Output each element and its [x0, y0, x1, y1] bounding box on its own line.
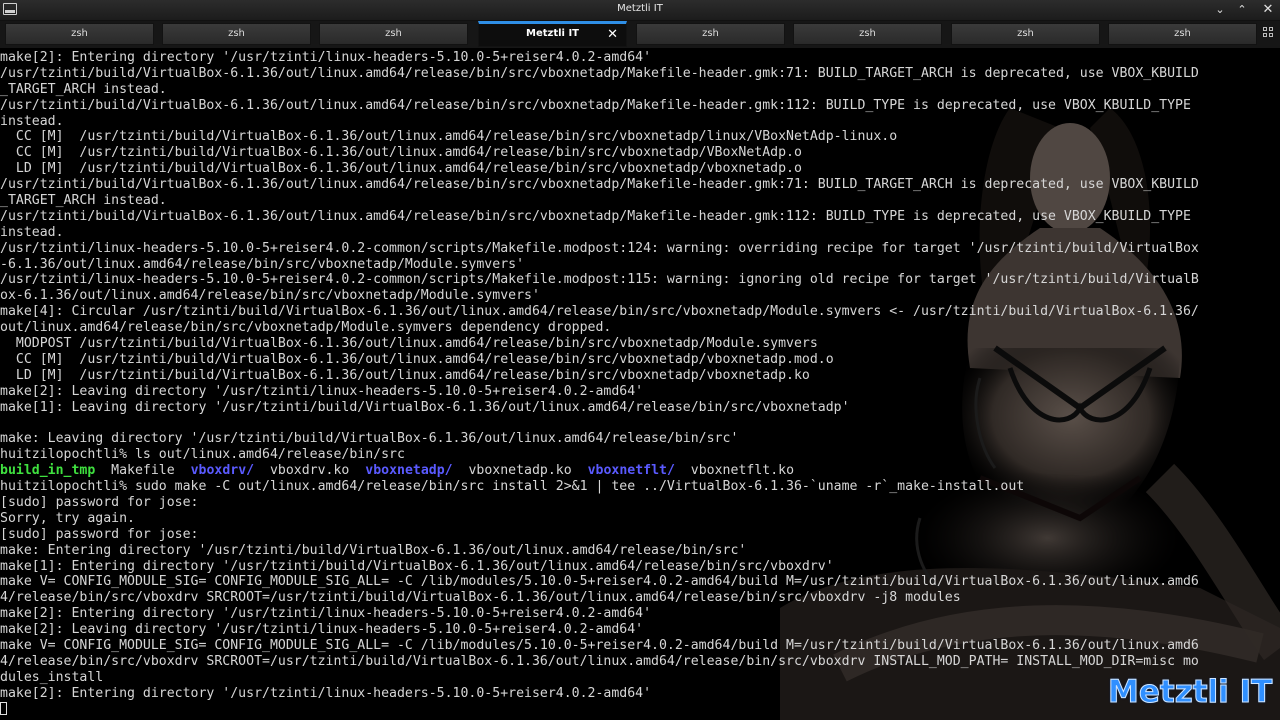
terminal-line: /usr/tzinti/build/VirtualBox-6.1.36/out/…	[0, 65, 1199, 81]
terminal-line: make[2]: Entering directory '/usr/tzinti…	[0, 606, 652, 622]
terminal-line: LD [M] /usr/tzinti/build/VirtualBox-6.1.…	[0, 161, 802, 177]
ls-directory-entry: vboxdrv/	[190, 463, 255, 479]
tab-zsh-8[interactable]: zsh	[1108, 23, 1257, 45]
terminal-line: dules_install	[0, 669, 104, 685]
terminal-line: /usr/tzinti/linux-headers-5.10.0-5+reise…	[0, 272, 1199, 288]
terminal-line: make[2]: Leaving directory '/usr/tzinti/…	[0, 383, 644, 399]
watermark-logo: Metztli IT	[1107, 674, 1273, 711]
minimize-button[interactable]: ⌄	[1210, 1, 1230, 19]
terminal-line: instead.	[0, 113, 64, 129]
terminal-line: [sudo] password for jose:	[0, 494, 199, 510]
terminal-line: /usr/tzinti/build/VirtualBox-6.1.36/out/…	[0, 97, 1191, 113]
ls-directory-entry: vboxnetflt/	[587, 463, 675, 479]
terminal-line: make[2]: Leaving directory '/usr/tzinti/…	[0, 622, 644, 638]
terminal-line: instead.	[0, 224, 64, 240]
terminal-line: /usr/tzinti/build/VirtualBox-6.1.36/out/…	[0, 177, 1199, 193]
tab-bar: zsh zsh zsh Metztli IT ✕ zsh zsh zsh zsh	[0, 21, 1280, 48]
terminal-view[interactable]: make[2]: Entering directory '/usr/tzinti…	[0, 48, 1280, 720]
terminal-line: Sorry, try again.	[0, 510, 135, 526]
tab-label: zsh	[1017, 28, 1034, 39]
terminal-line: out/linux.amd64/release/bin/src/vboxneta…	[0, 320, 612, 336]
terminal-line: make: Entering directory '/usr/tzinti/bu…	[0, 542, 747, 558]
tab-overview-cell	[1269, 33, 1273, 37]
tab-close-icon[interactable]: ✕	[607, 25, 618, 45]
ls-directory-entry: build_in_tmp	[0, 463, 96, 479]
terminal-line: 4/release/bin/src/vboxdrv SRCROOT=/usr/t…	[0, 653, 1199, 669]
terminal-line: make V= CONFIG_MODULE_SIG= CONFIG_MODULE…	[0, 637, 1199, 653]
tab-label: zsh	[228, 28, 245, 39]
tab-zsh-7[interactable]: zsh	[951, 23, 1100, 45]
tab-overview-cell	[1263, 27, 1267, 31]
ls-file-entry: vboxnetadp.ko	[452, 463, 588, 479]
terminal-line: -6.1.36/out/linux.amd64/release/bin/src/…	[0, 256, 525, 272]
terminal-line: [sudo] password for jose:	[0, 526, 199, 542]
terminal-line: make[1]: Leaving directory '/usr/tzinti/…	[0, 399, 850, 415]
tab-label: zsh	[1174, 28, 1191, 39]
terminal-output: make[2]: Entering directory '/usr/tzinti…	[0, 50, 1199, 717]
terminal-line: make: Leaving directory '/usr/tzinti/bui…	[0, 431, 739, 447]
terminal-line: huitzilopochtli% sudo make -C out/linux.…	[0, 479, 1025, 495]
terminal-line: MODPOST /usr/tzinti/build/VirtualBox-6.1…	[0, 336, 818, 352]
text-cursor	[0, 701, 7, 715]
title-bar[interactable]: Metztli IT ⌄ ⌃ ✕	[0, 0, 1280, 21]
tab-overview-cell	[1269, 27, 1273, 31]
tab-metztli-it[interactable]: Metztli IT ✕	[478, 21, 627, 47]
tab-label: Metztli IT	[526, 28, 579, 39]
window-title: Metztli IT	[617, 3, 663, 14]
terminal-line: huitzilopochtli% ls out/linux.amd64/rele…	[0, 447, 405, 463]
terminal-line: _TARGET_ARCH instead.	[0, 193, 167, 209]
tab-label: zsh	[859, 28, 876, 39]
terminal-line: make V= CONFIG_MODULE_SIG= CONFIG_MODULE…	[0, 574, 1199, 590]
terminal-line: make[1]: Entering directory '/usr/tzinti…	[0, 558, 834, 574]
ls-listing-line: build_in_tmp Makefile vboxdrv/ vboxdrv.k…	[0, 463, 1199, 479]
tab-overview-cell	[1263, 33, 1267, 37]
terminal-line: CC [M] /usr/tzinti/build/VirtualBox-6.1.…	[0, 351, 834, 367]
tab-zsh-6[interactable]: zsh	[793, 23, 942, 45]
terminal-line: make[2]: Entering directory '/usr/tzinti…	[0, 50, 652, 65]
tab-zsh-3[interactable]: zsh	[319, 23, 468, 45]
terminal-line: CC [M] /usr/tzinti/build/VirtualBox-6.1.…	[0, 129, 898, 145]
terminal-line: /usr/tzinti/build/VirtualBox-6.1.36/out/…	[0, 208, 1191, 224]
terminal-line: CC [M] /usr/tzinti/build/VirtualBox-6.1.…	[0, 145, 802, 161]
tab-zsh-1[interactable]: zsh	[5, 23, 154, 45]
terminal-line: ox-6.1.36/out/linux.amd64/release/bin/sr…	[0, 288, 540, 304]
terminal-line: /usr/tzinti/linux-headers-5.10.0-5+reise…	[0, 240, 1199, 256]
tab-zsh-2[interactable]: zsh	[162, 23, 311, 45]
ls-file-entry: vboxnetflt.ko	[674, 463, 795, 479]
ls-file-entry: Makefile	[95, 463, 191, 479]
tab-label: zsh	[702, 28, 719, 39]
terminal-window: Metztli IT ⌄ ⌃ ✕ zsh zsh zsh Metztli IT …	[0, 0, 1280, 720]
terminal-line: LD [M] /usr/tzinti/build/VirtualBox-6.1.…	[0, 367, 810, 383]
terminal-line: _TARGET_ARCH instead.	[0, 81, 167, 97]
tab-overview-icon[interactable]	[1263, 27, 1275, 39]
tab-zsh-5[interactable]: zsh	[636, 23, 785, 45]
terminal-line: make[2]: Entering directory '/usr/tzinti…	[0, 685, 652, 701]
close-window-button[interactable]: ✕	[1258, 1, 1278, 19]
ls-file-entry: vboxdrv.ko	[254, 463, 366, 479]
terminal-line: 4/release/bin/src/vboxdrv SRCROOT=/usr/t…	[0, 590, 961, 606]
ls-directory-entry: vboxnetadp/	[365, 463, 453, 479]
tab-label: zsh	[385, 28, 402, 39]
terminal-line: make[4]: Circular /usr/tzinti/build/Virt…	[0, 304, 1199, 320]
prompt-line[interactable]	[0, 701, 1199, 718]
tab-label: zsh	[71, 28, 88, 39]
maximize-button[interactable]: ⌃	[1232, 1, 1252, 19]
